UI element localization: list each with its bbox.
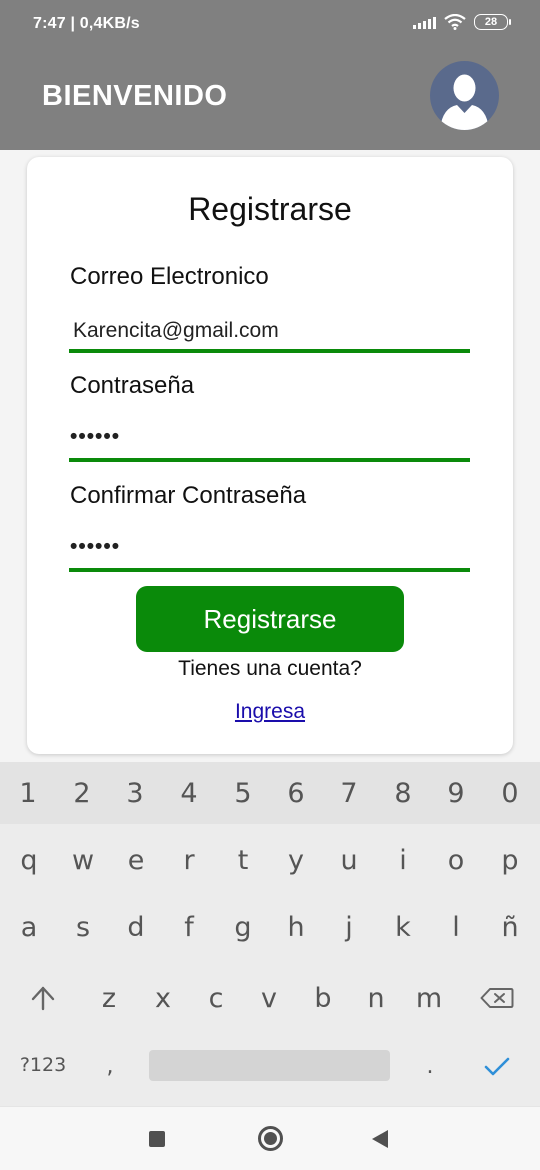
key-c[interactable]: c [189, 983, 243, 1014]
shift-arrow-icon[interactable] [30, 984, 56, 1012]
key-s[interactable]: s [56, 912, 110, 943]
key-r[interactable]: r [162, 845, 216, 876]
key-6[interactable]: 6 [269, 778, 323, 809]
key-3[interactable]: 3 [108, 778, 162, 809]
key-h[interactable]: h [269, 912, 323, 943]
wifi-icon [444, 14, 466, 30]
confirm-password-underline [69, 568, 470, 572]
key-2[interactable]: 2 [55, 778, 109, 809]
key-9[interactable]: 9 [429, 778, 483, 809]
confirm-password-label: Confirmar Contraseña [70, 482, 307, 509]
key-symbols[interactable]: ?123 [15, 1054, 71, 1076]
key-v[interactable]: v [242, 983, 296, 1014]
key-comma[interactable]: , [83, 1054, 137, 1079]
key-k[interactable]: k [376, 912, 430, 943]
key-t[interactable]: t [216, 845, 270, 876]
key-7[interactable]: 7 [322, 778, 376, 809]
has-account-text: Tienes una cuenta? [178, 657, 362, 680]
recents-square-icon[interactable] [149, 1131, 165, 1147]
system-nav-bar [0, 1106, 540, 1170]
spacebar[interactable] [149, 1050, 390, 1081]
password-field[interactable]: •••••• [70, 425, 470, 449]
key-f[interactable]: f [162, 912, 216, 943]
key-e[interactable]: e [109, 845, 163, 876]
battery-level: 28 [484, 16, 498, 28]
key-w[interactable]: w [56, 845, 110, 876]
register-button[interactable]: Registrarse [136, 586, 404, 652]
key-p[interactable]: p [483, 845, 537, 876]
register-card: Registrarse Correo Electronico Karencita… [27, 157, 513, 754]
key-0[interactable]: 0 [483, 778, 537, 809]
key-g[interactable]: g [216, 912, 270, 943]
key-j[interactable]: j [322, 912, 376, 943]
key-l[interactable]: l [429, 912, 483, 943]
key-y[interactable]: y [269, 845, 323, 876]
key-o[interactable]: o [429, 845, 483, 876]
confirm-password-field[interactable]: •••••• [70, 535, 470, 559]
key-u[interactable]: u [322, 845, 376, 876]
key-b[interactable]: b [296, 983, 350, 1014]
form-title: Registrarse [188, 191, 352, 227]
soft-keyboard: 1 2 3 4 5 6 7 8 9 0 q w e r t y u i o p … [0, 762, 540, 1106]
key-x[interactable]: x [136, 983, 190, 1014]
status-time: 7:47 | 0,4KB/s [33, 15, 140, 32]
key-d[interactable]: d [109, 912, 163, 943]
key-4[interactable]: 4 [162, 778, 216, 809]
app-title: BIENVENIDO [42, 80, 228, 112]
back-triangle-icon[interactable] [372, 1130, 388, 1148]
key-m[interactable]: m [402, 983, 456, 1014]
password-underline [69, 458, 470, 462]
key-enye[interactable]: ñ [483, 912, 537, 943]
app-header: 7:47 | 0,4KB/s 28 BIENVENIDO [0, 0, 540, 150]
key-a[interactable]: a [2, 912, 56, 943]
signal-icon [413, 15, 436, 29]
key-i[interactable]: i [376, 845, 430, 876]
key-z[interactable]: z [82, 983, 136, 1014]
key-n[interactable]: n [349, 983, 403, 1014]
email-field[interactable]: Karencita@gmail.com [73, 319, 473, 343]
key-8[interactable]: 8 [376, 778, 430, 809]
backspace-icon[interactable] [480, 987, 514, 1009]
battery-icon: 28 [474, 14, 511, 30]
status-icons: 28 [413, 14, 511, 30]
login-link-container: Ingresa [27, 700, 513, 724]
key-5[interactable]: 5 [216, 778, 270, 809]
key-1[interactable]: 1 [1, 778, 55, 809]
keyboard-number-row: 1 2 3 4 5 6 7 8 9 0 [0, 762, 540, 824]
checkmark-icon[interactable] [484, 1057, 510, 1077]
key-period[interactable]: . [403, 1054, 457, 1079]
user-avatar-icon[interactable] [430, 61, 499, 130]
email-underline [69, 349, 470, 353]
key-q[interactable]: q [2, 845, 56, 876]
password-label: Contraseña [70, 372, 195, 399]
email-label: Correo Electronico [70, 263, 269, 290]
login-link[interactable]: Ingresa [235, 700, 305, 723]
home-circle-icon[interactable] [258, 1126, 283, 1151]
